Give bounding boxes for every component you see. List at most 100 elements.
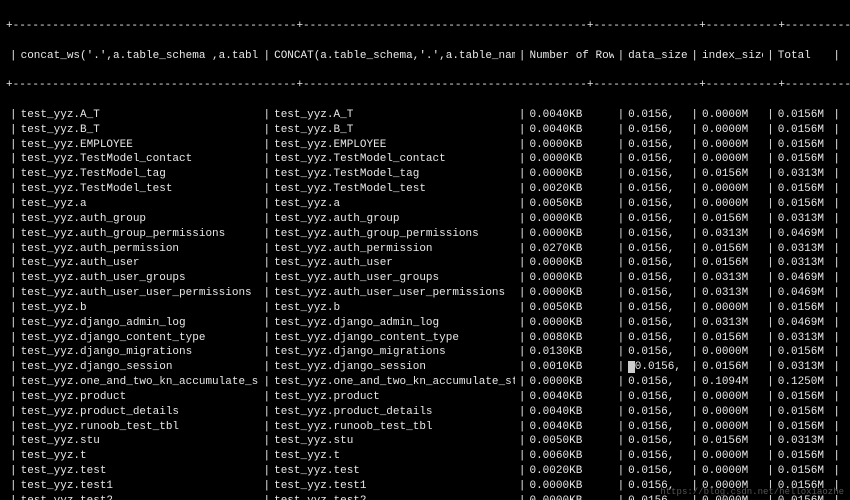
pipe: | <box>829 331 844 346</box>
cell: test_yyz.TestModel_contact <box>274 152 515 167</box>
pipe: | <box>6 123 21 138</box>
pipe: | <box>515 242 530 257</box>
pipe: | <box>763 108 778 123</box>
pipe: | <box>6 49 21 64</box>
table-row: |test_yyz.auth_user_groups|test_yyz.auth… <box>6 271 844 286</box>
table-row: |test_yyz.auth_group|test_yyz.auth_group… <box>6 212 844 227</box>
cell: test_yyz.django_migrations <box>274 345 515 360</box>
pipe: | <box>614 152 629 167</box>
pipe: | <box>763 286 778 301</box>
pipe: | <box>6 271 21 286</box>
table-row: |test_yyz.django_migrations|test_yyz.dja… <box>6 345 844 360</box>
cell: 0.0313M <box>702 316 763 331</box>
pipe: | <box>614 49 629 64</box>
pipe: | <box>614 242 629 257</box>
cell: test_yyz.B_T <box>274 123 515 138</box>
pipe: | <box>687 167 702 182</box>
pipe: | <box>687 331 702 346</box>
cell: 0.0040KB <box>529 405 613 420</box>
pipe: | <box>763 49 778 64</box>
cell: 0.0156M <box>778 197 830 212</box>
cell: 0.0000KB <box>529 256 613 271</box>
pipe: | <box>259 227 274 242</box>
pipe: | <box>259 405 274 420</box>
cell: 0.0020KB <box>529 464 613 479</box>
pipe: | <box>687 449 702 464</box>
pipe: | <box>6 316 21 331</box>
table-row: |test_yyz.auth_permission|test_yyz.auth_… <box>6 242 844 257</box>
cell: 0.0040KB <box>529 108 613 123</box>
pipe: | <box>259 316 274 331</box>
pipe: | <box>763 375 778 390</box>
cell: 0.0156, <box>628 360 687 375</box>
cell: test_yyz.test1 <box>21 479 260 494</box>
table-row: |test_yyz.TestModel_contact|test_yyz.Tes… <box>6 152 844 167</box>
col-header-0: concat_ws('.',a.table_schema ,a.table_na… <box>21 49 260 64</box>
table-row: |test_yyz.django_session|test_yyz.django… <box>6 360 844 375</box>
pipe: | <box>515 256 530 271</box>
pipe: | <box>614 494 629 500</box>
pipe: | <box>6 479 21 494</box>
pipe: | <box>763 434 778 449</box>
cell: test_yyz.TestModel_tag <box>274 167 515 182</box>
cell: 0.0156, <box>628 405 687 420</box>
pipe: | <box>614 345 629 360</box>
cell: test_yyz.auth_group_permissions <box>21 227 260 242</box>
cell: test_yyz.django_admin_log <box>21 316 260 331</box>
pipe: | <box>763 152 778 167</box>
pipe: | <box>687 301 702 316</box>
table-row: |test_yyz.a|test_yyz.a|0.0050KB|0.0156,|… <box>6 197 844 212</box>
pipe: | <box>614 227 629 242</box>
cell: 0.1250M <box>778 375 830 390</box>
cell: test_yyz.test1 <box>274 479 515 494</box>
cell: 0.0156, <box>628 242 687 257</box>
pipe: | <box>829 197 844 212</box>
pipe: | <box>614 212 629 227</box>
pipe: | <box>6 197 21 212</box>
pipe: | <box>6 375 21 390</box>
cell: test_yyz.stu <box>21 434 260 449</box>
pipe: | <box>763 256 778 271</box>
pipe: | <box>6 449 21 464</box>
cell: 0.0040KB <box>529 420 613 435</box>
pipe: | <box>6 360 21 375</box>
cell: test_yyz.A_T <box>21 108 260 123</box>
pipe: | <box>515 271 530 286</box>
cell: 0.0156M <box>778 345 830 360</box>
cell: 0.0156, <box>628 345 687 360</box>
table-row: |test_yyz.product|test_yyz.product|0.004… <box>6 390 844 405</box>
pipe: | <box>515 316 530 331</box>
pipe: | <box>829 286 844 301</box>
cell: test_yyz.test <box>274 464 515 479</box>
cell: test_yyz.EMPLOYEE <box>274 138 515 153</box>
pipe: | <box>259 49 274 64</box>
pipe: | <box>259 464 274 479</box>
pipe: | <box>259 256 274 271</box>
pipe: | <box>687 197 702 212</box>
pipe: | <box>614 464 629 479</box>
cell: 0.0000KB <box>529 286 613 301</box>
cell: test_yyz.TestModel_test <box>21 182 260 197</box>
pipe: | <box>259 301 274 316</box>
pipe: | <box>259 360 274 375</box>
cell: test_yyz.product_details <box>21 405 260 420</box>
cell: test_yyz.runoob_test_tbl <box>21 420 260 435</box>
cell: 0.0156M <box>702 360 763 375</box>
pipe: | <box>259 434 274 449</box>
pipe: | <box>6 212 21 227</box>
pipe: | <box>829 242 844 257</box>
pipe: | <box>515 390 530 405</box>
pipe: | <box>515 345 530 360</box>
pipe: | <box>829 360 844 375</box>
cell: 0.0000KB <box>529 227 613 242</box>
cell: 0.0156M <box>778 405 830 420</box>
cell: 0.0050KB <box>529 301 613 316</box>
cell: 0.0156, <box>628 375 687 390</box>
cell: 0.0156M <box>778 152 830 167</box>
pipe: | <box>614 434 629 449</box>
pipe: | <box>687 390 702 405</box>
cell: 0.0156M <box>702 242 763 257</box>
pipe: | <box>515 227 530 242</box>
cell: 0.0020KB <box>529 182 613 197</box>
pipe: | <box>515 123 530 138</box>
